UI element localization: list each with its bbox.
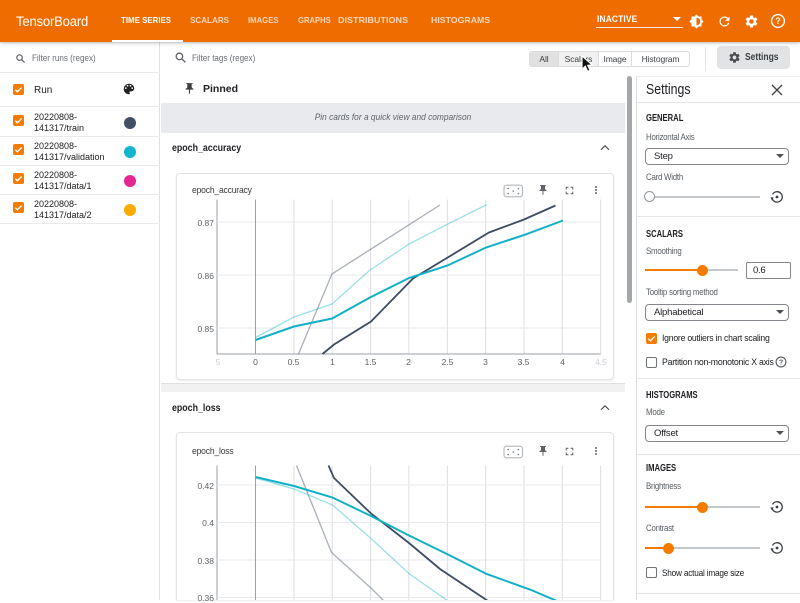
svg-text:?: ? [779,358,783,366]
svg-text:?: ? [775,16,781,26]
